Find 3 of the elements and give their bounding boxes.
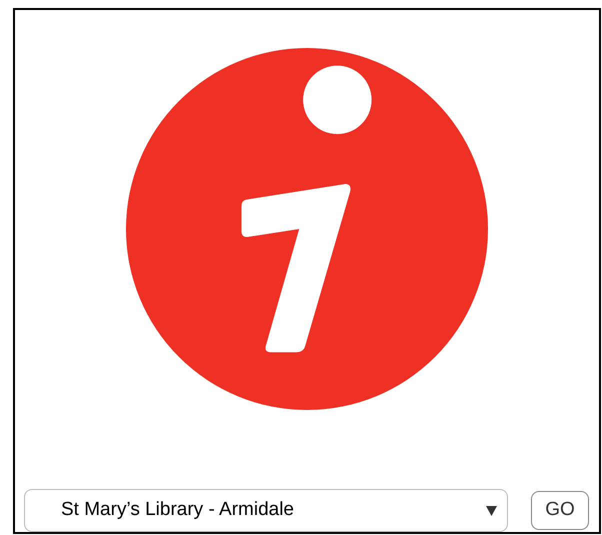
caret-icon (486, 506, 497, 516)
location-select[interactable]: St Mary’s Library - Armidale (24, 489, 508, 532)
go-button[interactable]: GO (531, 491, 589, 530)
